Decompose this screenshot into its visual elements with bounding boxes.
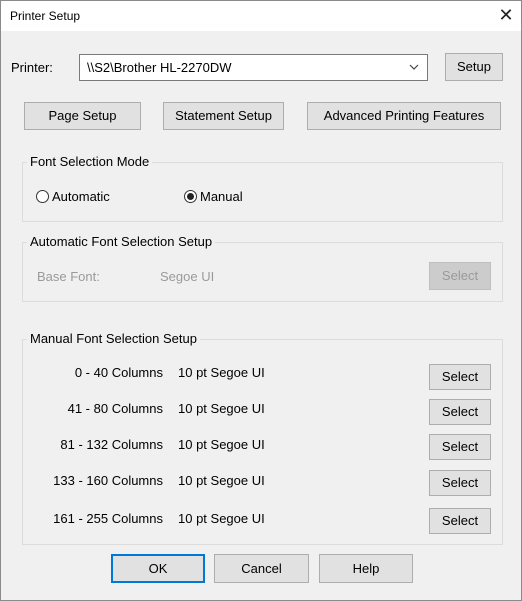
font-value: 10 pt Segoe UI [178, 473, 265, 488]
font-value: 10 pt Segoe UI [178, 401, 265, 416]
select-font-button-81-132[interactable]: Select [429, 434, 491, 460]
cancel-button[interactable]: Cancel [214, 554, 309, 583]
columns-range-label: 161 - 255 Columns [53, 511, 163, 526]
printer-setup-button[interactable]: Setup [445, 53, 503, 81]
advanced-printing-features-button[interactable]: Advanced Printing Features [307, 102, 501, 130]
manual-radio[interactable] [184, 190, 197, 203]
chevron-down-icon [409, 64, 419, 70]
page-setup-button[interactable]: Page Setup [24, 102, 141, 130]
columns-range-label: 41 - 80 Columns [67, 401, 163, 416]
font-selection-mode-title: Font Selection Mode [27, 154, 153, 169]
select-font-button-161-255[interactable]: Select [429, 508, 491, 534]
font-value: 10 pt Segoe UI [178, 437, 265, 452]
automatic-radio[interactable] [36, 190, 49, 203]
manual-font-setup-title: Manual Font Selection Setup [27, 331, 200, 346]
printer-select[interactable]: \\S2\Brother HL-2270DW [79, 54, 428, 81]
title-bar: Printer Setup ✕ [1, 1, 521, 31]
font-value: 10 pt Segoe UI [178, 511, 265, 526]
manual-radio-label: Manual [200, 189, 243, 204]
columns-range-label: 81 - 132 Columns [60, 437, 163, 452]
printer-select-value: \\S2\Brother HL-2270DW [87, 60, 232, 75]
ok-button[interactable]: OK [111, 554, 205, 583]
columns-range-label: 133 - 160 Columns [53, 473, 163, 488]
window-title: Printer Setup [10, 9, 81, 23]
select-font-button-0-40[interactable]: Select [429, 364, 491, 390]
select-font-button-133-160[interactable]: Select [429, 470, 491, 496]
select-font-button-41-80[interactable]: Select [429, 399, 491, 425]
base-font-label: Base Font: [37, 269, 100, 284]
statement-setup-button[interactable]: Statement Setup [163, 102, 284, 130]
base-font-select-button[interactable]: Select [429, 262, 491, 290]
help-button[interactable]: Help [319, 554, 413, 583]
columns-range-label: 0 - 40 Columns [74, 365, 163, 380]
close-icon[interactable]: ✕ [491, 1, 521, 31]
base-font-value: Segoe UI [160, 269, 215, 284]
printer-setup-dialog: Printer Setup ✕ Printer: \\S2\Brother HL… [0, 0, 522, 601]
automatic-radio-label: Automatic [52, 189, 110, 204]
automatic-font-setup-title: Automatic Font Selection Setup [27, 234, 216, 249]
font-value: 10 pt Segoe UI [178, 365, 265, 380]
printer-label: Printer: [11, 60, 53, 75]
